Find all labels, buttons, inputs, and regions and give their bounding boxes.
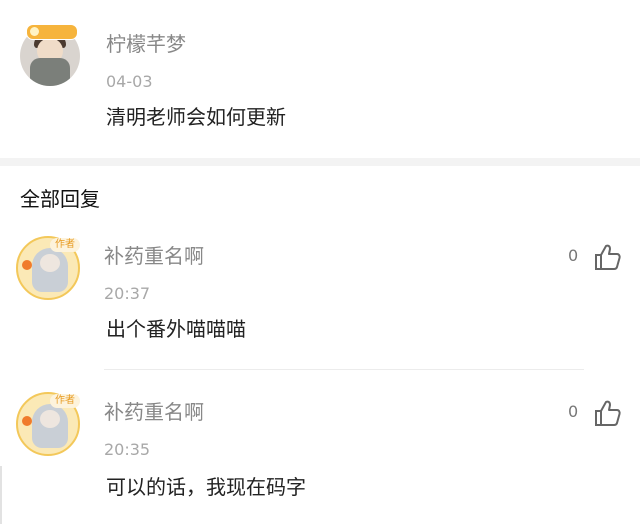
- avatar-figure: [32, 248, 68, 292]
- reply-time: 20:35: [104, 440, 151, 459]
- thumbs-up-icon[interactable]: [592, 242, 622, 272]
- avatar-balloon-icon: [22, 260, 32, 270]
- avatar-badge-icon: [26, 24, 78, 40]
- thumbs-up-icon[interactable]: [592, 398, 622, 428]
- post-author[interactable]: 柠檬芊梦: [106, 32, 186, 56]
- avatar-figure: [32, 404, 68, 448]
- original-post: 柠檬芊梦 04-03 清明老师会如何更新: [0, 0, 640, 158]
- reply-divider: [104, 369, 584, 370]
- reply-time: 20:37: [104, 284, 151, 303]
- avatar-scarf: [30, 58, 70, 86]
- like-count: 0: [568, 246, 579, 265]
- section-divider: [0, 158, 640, 166]
- author-tag: 作者: [50, 394, 80, 408]
- edge-divider: [0, 466, 2, 524]
- post-date: 04-03: [106, 72, 153, 91]
- like-count: 0: [568, 402, 579, 421]
- reply-author[interactable]: 补药重名啊: [104, 400, 204, 424]
- post-content: 清明老师会如何更新: [106, 105, 286, 129]
- section-title: 全部回复: [20, 187, 100, 211]
- author-tag: 作者: [50, 238, 80, 252]
- avatar-balloon-icon: [22, 416, 32, 426]
- reply-author[interactable]: 补药重名啊: [104, 244, 204, 268]
- reply-content: 可以的话，我现在码字: [106, 475, 306, 499]
- reply-content: 出个番外喵喵喵: [106, 317, 246, 341]
